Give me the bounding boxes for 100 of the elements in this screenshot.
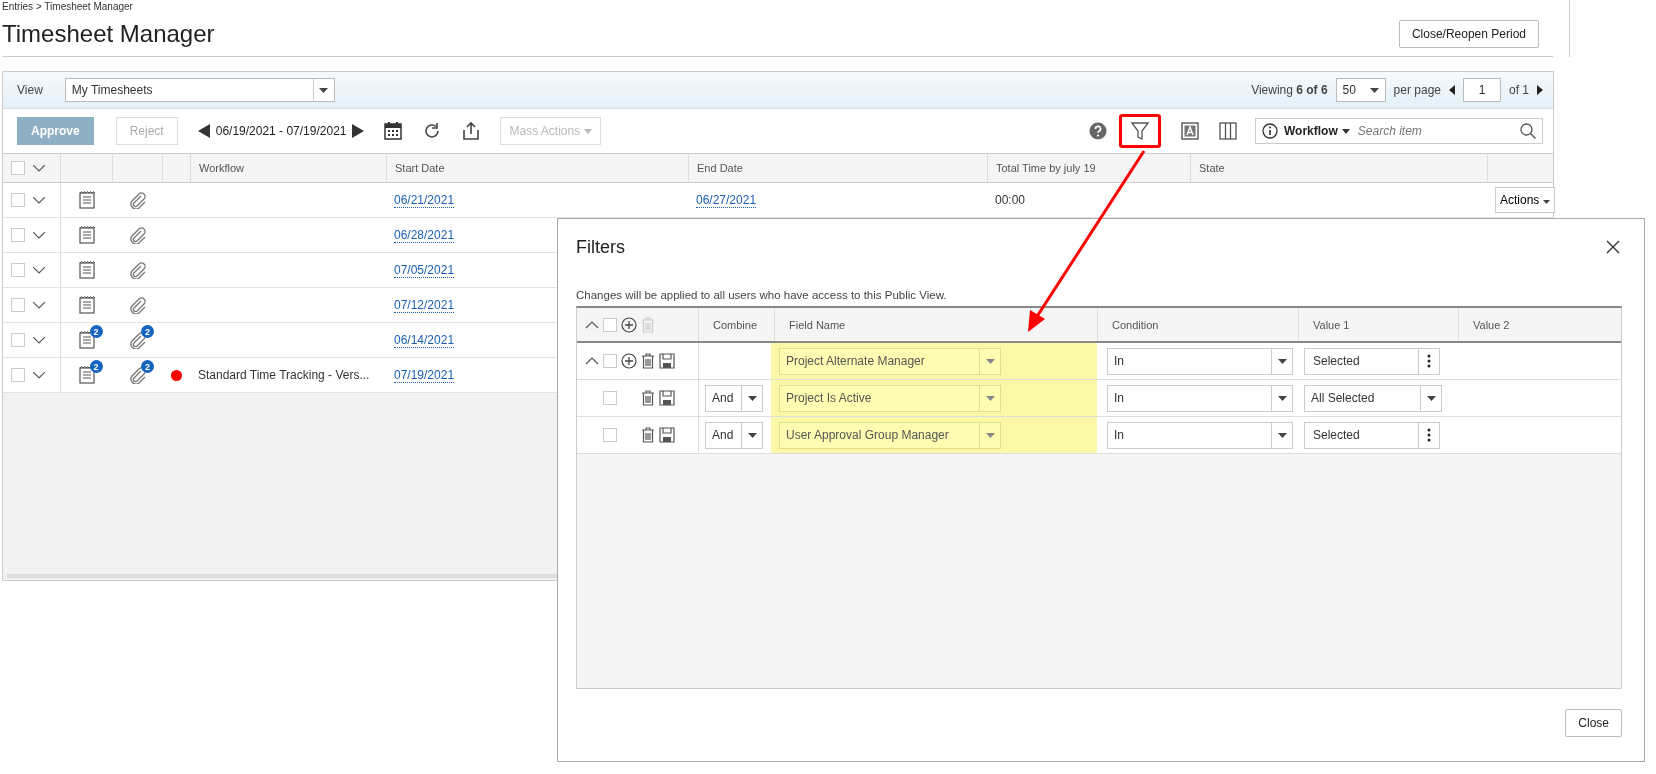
paperclip-icon[interactable] <box>128 191 146 209</box>
close-button[interactable]: Close <box>1565 709 1622 737</box>
start-date-link[interactable]: 07/19/2021 <box>394 367 455 383</box>
select-all-checkbox[interactable] <box>603 317 617 332</box>
save-icon[interactable] <box>659 353 675 369</box>
paperclip-icon[interactable] <box>128 296 146 314</box>
row-checkbox[interactable] <box>603 391 617 405</box>
trash-icon[interactable] <box>641 353 655 369</box>
columns-icon[interactable] <box>1219 122 1237 140</box>
row-checkbox[interactable] <box>11 333 25 347</box>
info-icon <box>1262 123 1278 139</box>
chevron-down-icon[interactable] <box>33 371 45 379</box>
page-total: of 1 <box>1509 83 1529 97</box>
row-checkbox[interactable] <box>11 298 25 312</box>
combine-dropdown[interactable]: And <box>705 421 763 449</box>
chevron-up-icon[interactable] <box>585 357 599 365</box>
combine-dropdown[interactable]: And <box>705 384 763 412</box>
chevron-down-icon[interactable] <box>33 196 45 204</box>
start-date-link[interactable]: 06/14/2021 <box>394 332 455 348</box>
chevron-down-icon[interactable] <box>33 336 45 344</box>
caret-icon <box>747 395 757 401</box>
timesheet-icon[interactable] <box>78 331 95 349</box>
end-date-link[interactable]: 06/27/2021 <box>696 192 757 208</box>
condition-dropdown[interactable]: In <box>1107 384 1293 412</box>
value-field[interactable]: Selected <box>1304 421 1440 449</box>
column-header[interactable]: End Date <box>688 154 987 182</box>
search-field[interactable]: Workflow Search item <box>1255 118 1543 144</box>
more-icon <box>1427 354 1431 368</box>
count-badge: 2 <box>141 325 154 338</box>
chevron-down-icon[interactable] <box>33 301 45 309</box>
row-checkbox[interactable] <box>603 354 617 368</box>
search-icon[interactable] <box>1520 123 1536 139</box>
start-date-link[interactable]: 06/28/2021 <box>394 227 455 243</box>
field-name-dropdown[interactable]: User Approval Group Manager <box>779 421 1001 449</box>
timesheet-icon[interactable] <box>78 191 95 209</box>
timesheet-icon[interactable] <box>78 296 95 314</box>
caret-icon <box>747 432 757 438</box>
column-header[interactable]: Start Date <box>386 154 688 182</box>
chevron-down-icon[interactable] <box>33 266 45 274</box>
close-icon[interactable] <box>1606 240 1620 254</box>
save-icon[interactable] <box>659 427 675 443</box>
paperclip-icon[interactable] <box>128 226 146 244</box>
timesheet-icon[interactable] <box>78 366 95 384</box>
column-header: Combine <box>698 308 774 341</box>
condition-dropdown[interactable]: In <box>1107 421 1293 449</box>
search-scope-dropdown[interactable]: Workflow <box>1284 124 1350 138</box>
chevron-down-icon[interactable] <box>33 164 45 172</box>
row-checkbox[interactable] <box>11 263 25 277</box>
filter-button[interactable] <box>1119 114 1161 148</box>
row-checkbox[interactable] <box>11 368 25 382</box>
row-checkbox[interactable] <box>11 228 25 242</box>
caret-icon <box>985 358 995 364</box>
per-page-dropdown[interactable]: 50 <box>1335 78 1386 102</box>
view-label: View <box>17 83 43 97</box>
next-page-icon[interactable] <box>1537 85 1543 95</box>
value-field[interactable]: Selected <box>1304 347 1440 375</box>
save-icon[interactable] <box>659 390 675 406</box>
actions-button[interactable]: Actions <box>1495 187 1555 213</box>
previous-period-icon[interactable] <box>197 124 210 138</box>
export-icon[interactable] <box>462 121 481 141</box>
timesheet-icon[interactable] <box>78 261 95 279</box>
start-date-link[interactable]: 07/12/2021 <box>394 297 455 313</box>
trash-icon[interactable] <box>641 390 655 406</box>
dialog-title: Filters <box>576 236 625 258</box>
row-checkbox[interactable] <box>603 428 617 442</box>
chevron-down-icon[interactable] <box>33 231 45 239</box>
close-reopen-period-button[interactable]: Close/Reopen Period <box>1398 20 1539 48</box>
lettered-box-icon[interactable] <box>1181 122 1199 140</box>
row-checkbox[interactable] <box>11 193 25 207</box>
caret-icon <box>1277 395 1287 401</box>
timesheet-icon[interactable] <box>78 226 95 244</box>
field-name-dropdown[interactable]: Project Alternate Manager <box>779 347 1001 375</box>
previous-page-icon[interactable] <box>1449 85 1455 95</box>
value-dropdown[interactable]: All Selected <box>1304 384 1442 412</box>
trash-icon[interactable] <box>641 427 655 443</box>
caret-icon <box>985 395 995 401</box>
condition-dropdown[interactable]: In <box>1107 347 1293 375</box>
view-dropdown[interactable]: My Timesheets <box>64 78 335 102</box>
select-all-checkbox[interactable] <box>11 161 25 175</box>
column-header[interactable]: State <box>1190 154 1487 182</box>
start-date-link[interactable]: 06/21/2021 <box>394 192 455 208</box>
paperclip-icon[interactable] <box>128 261 146 279</box>
add-icon[interactable] <box>621 353 637 369</box>
start-date-link[interactable]: 07/05/2021 <box>394 262 455 278</box>
paperclip-icon[interactable] <box>128 366 146 384</box>
chevron-up-icon[interactable] <box>585 320 599 329</box>
paperclip-icon[interactable] <box>128 331 146 349</box>
column-header: Value 2 <box>1458 308 1621 341</box>
page-number-field[interactable]: 1 <box>1463 78 1501 102</box>
add-icon[interactable] <box>621 316 637 333</box>
column-header: Condition <box>1097 308 1298 341</box>
per-page-label: per page <box>1393 83 1441 97</box>
calendar-icon[interactable] <box>384 122 403 140</box>
filter-icon <box>1131 121 1149 141</box>
column-header[interactable]: Workflow <box>190 154 386 182</box>
column-header[interactable]: Total Time by july 19 <box>987 154 1190 182</box>
help-icon[interactable] <box>1089 122 1107 140</box>
field-name-dropdown[interactable]: Project Is Active <box>779 384 1001 412</box>
breadcrumb: Entries > Timesheet Manager <box>2 0 134 12</box>
next-period-icon[interactable] <box>352 124 365 138</box>
